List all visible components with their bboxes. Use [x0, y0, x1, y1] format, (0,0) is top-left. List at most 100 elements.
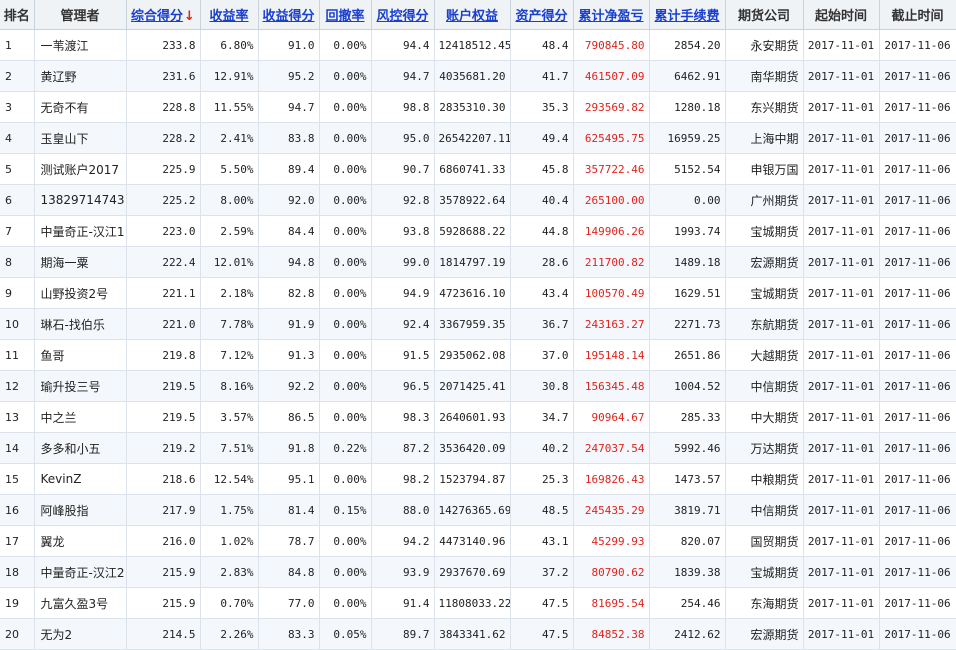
- table-row: 4 玉皇山下 228.2 2.41% 83.8 0.00% 95.0 26542207.11 4…: [0, 122, 956, 154]
- return-rate-cell: 2.41%: [200, 122, 259, 154]
- start-date-cell: 2017-11-01: [803, 525, 880, 557]
- return-score-cell: 95.2: [258, 60, 320, 92]
- sort-drawdown-rate[interactable]: 回撤率: [319, 0, 372, 30]
- drawdown-rate-cell: 0.22%: [319, 432, 372, 464]
- ranking-table: 排名 管理者 综合得分↓ 收益率 收益得分 回撤率 风控得分 账户权益 资产得分 累计净盈亏 累计手…: [0, 0, 956, 650]
- return-score-cell: 92.0: [258, 184, 320, 216]
- net-profit-cell: 243163.27: [573, 308, 650, 340]
- start-date-cell: 2017-11-01: [803, 556, 880, 588]
- composite-score-cell: 217.9: [126, 494, 201, 526]
- start-date-cell: 2017-11-01: [803, 277, 880, 309]
- commission-cell: 3819.71: [649, 494, 726, 526]
- asset-score-cell: 37.0: [510, 339, 574, 371]
- composite-score-cell: 216.0: [126, 525, 201, 557]
- return-score-cell: 91.9: [258, 308, 320, 340]
- sort-risk-score[interactable]: 风控得分: [371, 0, 435, 30]
- account-equity-cell: 26542207.11: [434, 122, 511, 154]
- sort-return-rate[interactable]: 收益率: [200, 0, 259, 30]
- table-row: 19 九富久盈3号 215.9 0.70% 77.0 0.00% 91.4 11808033.…: [0, 587, 956, 619]
- table-row: 3 无奇不有 228.8 11.55% 94.7 0.00% 98.8 2835310.30 3…: [0, 91, 956, 123]
- header-label: 收益得分: [262, 9, 315, 24]
- account-equity-cell: 5928688.22: [434, 215, 511, 247]
- commission-cell: 1993.74: [649, 215, 726, 247]
- header-label: 资产得分: [515, 9, 568, 24]
- return-rate-cell: 2.26%: [200, 618, 259, 650]
- sort-commission[interactable]: 累计手续费: [649, 0, 726, 30]
- commission-cell: 6462.91: [649, 60, 726, 92]
- commission-cell: 820.07: [649, 525, 726, 557]
- drawdown-rate-cell: 0.00%: [319, 463, 372, 495]
- start-date-cell: 2017-11-01: [803, 339, 880, 371]
- asset-score-cell: 47.5: [510, 587, 574, 619]
- start-date-cell: 2017-11-01: [803, 463, 880, 495]
- account-equity-cell: 3843341.62: [434, 618, 511, 650]
- header-label: 期货公司: [737, 9, 790, 24]
- header-label: 回撤率: [325, 9, 365, 24]
- manager-name-cell: 多多和小五: [34, 432, 127, 464]
- manager-name-cell: 山野投资2号: [34, 277, 127, 309]
- table-row: 9 山野投资2号 221.1 2.18% 82.8 0.00% 94.9 4723616.10…: [0, 277, 956, 309]
- broker-cell: 宝城期货: [725, 215, 804, 247]
- manager-name-cell: 中量奇正-汉江1: [34, 215, 127, 247]
- return-rate-cell: 7.12%: [200, 339, 259, 371]
- rank-cell: 1: [0, 29, 35, 61]
- manager-name-cell: 九富久盈3号: [34, 587, 127, 619]
- sort-asset-score[interactable]: 资产得分: [510, 0, 574, 30]
- table-row: 8 期海一粟 222.4 12.01% 94.8 0.00% 99.0 1814797.19 2…: [0, 246, 956, 278]
- composite-score-cell: 223.0: [126, 215, 201, 247]
- sort-return-score[interactable]: 收益得分: [258, 0, 320, 30]
- sort-composite-score[interactable]: 综合得分↓: [126, 0, 201, 30]
- manager-name-cell: 一苇渡江: [34, 29, 127, 61]
- drawdown-rate-cell: 0.00%: [319, 91, 372, 123]
- rank-cell: 2: [0, 60, 35, 92]
- asset-score-cell: 35.3: [510, 91, 574, 123]
- sort-desc-arrow-icon: ↓: [184, 9, 195, 24]
- return-rate-cell: 1.02%: [200, 525, 259, 557]
- manager-name-cell: 黄辽野: [34, 60, 127, 92]
- broker-cell: 宏源期货: [725, 618, 804, 650]
- header-label: 排名: [3, 9, 30, 24]
- net-profit-cell: 461507.09: [573, 60, 650, 92]
- drawdown-rate-cell: 0.00%: [319, 525, 372, 557]
- risk-score-cell: 94.4: [371, 29, 435, 61]
- risk-score-cell: 88.0: [371, 494, 435, 526]
- composite-score-cell: 233.8: [126, 29, 201, 61]
- commission-cell: 1629.51: [649, 277, 726, 309]
- risk-score-cell: 98.8: [371, 91, 435, 123]
- return-rate-cell: 7.51%: [200, 432, 259, 464]
- return-score-cell: 84.4: [258, 215, 320, 247]
- net-profit-cell: 247037.54: [573, 432, 650, 464]
- return-score-cell: 92.2: [258, 370, 320, 402]
- risk-score-cell: 93.9: [371, 556, 435, 588]
- end-date-cell: 2017-11-06: [879, 153, 956, 185]
- composite-score-cell: 231.6: [126, 60, 201, 92]
- risk-score-cell: 94.9: [371, 277, 435, 309]
- start-date-cell: 2017-11-01: [803, 153, 880, 185]
- broker-cell: 东兴期货: [725, 91, 804, 123]
- table-body: 1 一苇渡江 233.8 6.80% 91.0 0.00% 94.4 12418512.45 4…: [0, 29, 956, 650]
- sort-net-profit[interactable]: 累计净盈亏: [573, 0, 650, 30]
- table-row: 16 阿峰股指 217.9 1.75% 81.4 0.15% 88.0 14276365.69…: [0, 494, 956, 526]
- account-equity-cell: 2071425.41: [434, 370, 511, 402]
- rank-cell: 7: [0, 215, 35, 247]
- risk-score-cell: 95.0: [371, 122, 435, 154]
- end-date-cell: 2017-11-06: [879, 184, 956, 216]
- end-date-cell: 2017-11-06: [879, 556, 956, 588]
- return-rate-cell: 11.55%: [200, 91, 259, 123]
- sort-account-equity[interactable]: 账户权益: [434, 0, 511, 30]
- header-label: 风控得分: [376, 9, 429, 24]
- risk-score-cell: 98.2: [371, 463, 435, 495]
- broker-cell: 万达期货: [725, 432, 804, 464]
- net-profit-cell: 80790.62: [573, 556, 650, 588]
- composite-score-cell: 218.6: [126, 463, 201, 495]
- return-score-cell: 91.0: [258, 29, 320, 61]
- rank-cell: 17: [0, 525, 35, 557]
- header-label: 管理者: [60, 9, 100, 24]
- return-rate-cell: 12.01%: [200, 246, 259, 278]
- return-score-cell: 94.8: [258, 246, 320, 278]
- risk-score-cell: 94.2: [371, 525, 435, 557]
- asset-score-cell: 36.7: [510, 308, 574, 340]
- net-profit-cell: 149906.26: [573, 215, 650, 247]
- account-equity-cell: 11808033.22: [434, 587, 511, 619]
- asset-score-cell: 47.5: [510, 618, 574, 650]
